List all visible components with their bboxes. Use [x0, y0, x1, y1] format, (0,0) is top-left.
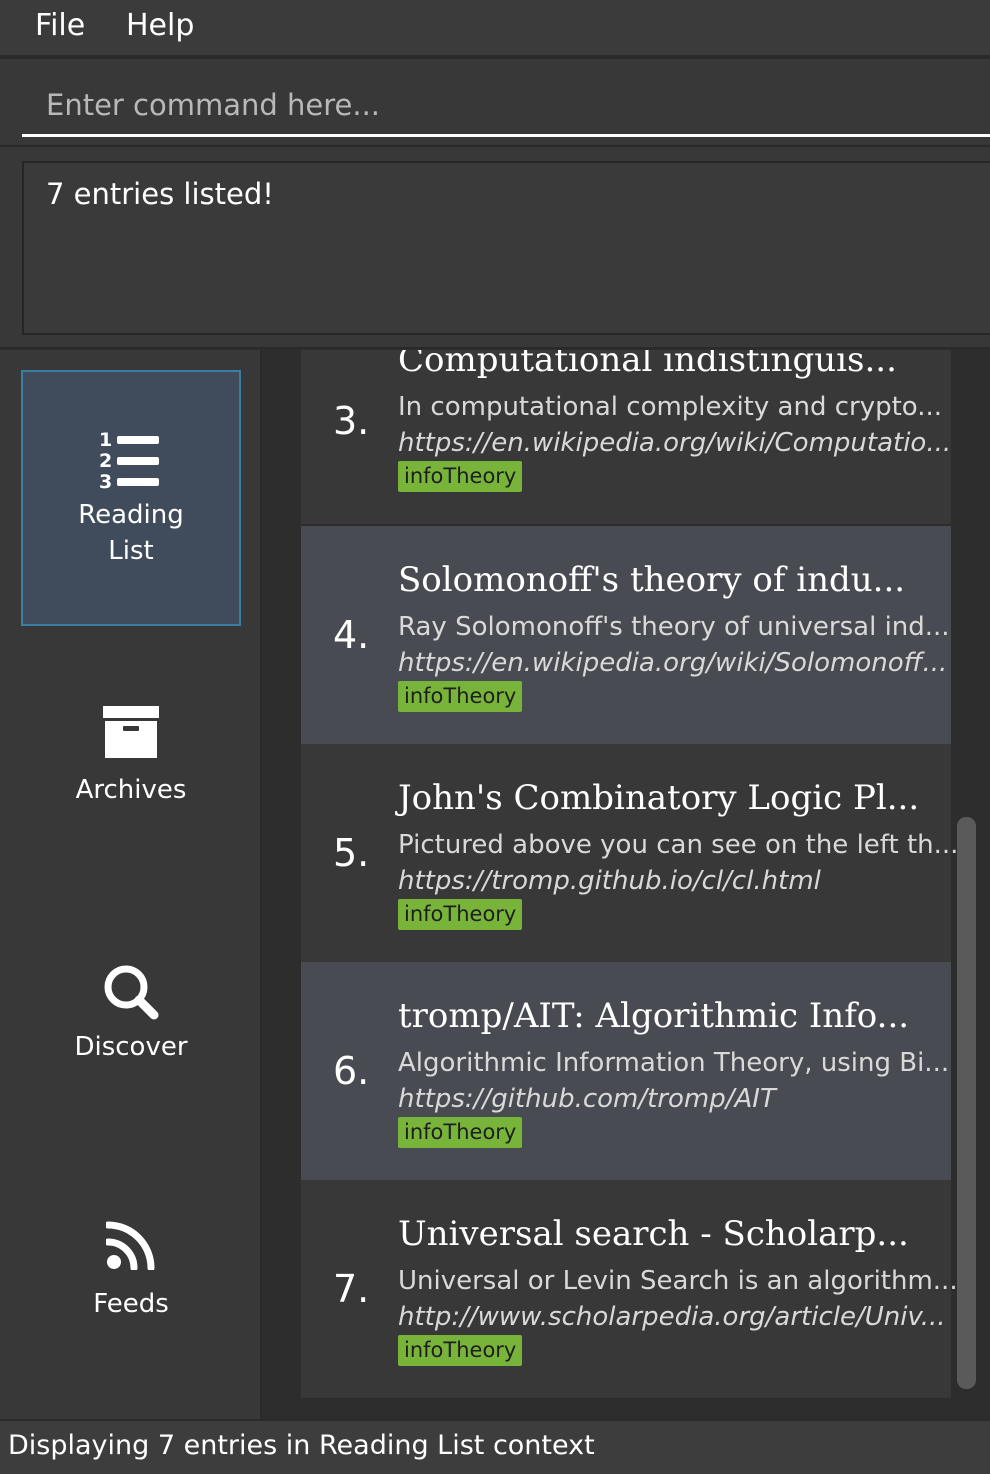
entry-index: 6.: [333, 1049, 370, 1093]
sidebar-item-discover[interactable]: Discover: [21, 907, 241, 1163]
entry-description: Algorithmic Information Theory, using Bi…: [398, 1048, 950, 1078]
result-text: 7 entries listed!: [46, 177, 274, 211]
status-bar: Displaying 7 entries in Reading List con…: [0, 1419, 990, 1474]
command-box: [0, 57, 990, 147]
result-box: 7 entries listed!: [22, 161, 990, 335]
list-item[interactable]: 4. Solomonoff's theory of indu... Ray So…: [301, 526, 951, 744]
entry-title: John's Combinatory Logic Pl...: [398, 778, 920, 818]
command-input[interactable]: [22, 75, 990, 137]
tag-badge: infoTheory: [398, 1335, 523, 1366]
tag-badge: infoTheory: [398, 1117, 523, 1148]
menu-file[interactable]: File: [35, 8, 85, 43]
entry-title: tromp/AIT: Algorithmic Info...: [398, 996, 910, 1036]
sidebar: 1 2 3 Reading List Archives Discover Fee…: [0, 350, 262, 1419]
entry-url[interactable]: https://tromp.github.io/cl/cl.html: [398, 866, 821, 896]
entry-description: Pictured above you can see on the left t…: [398, 830, 959, 860]
numbered-list-icon: 1 2 3: [99, 428, 163, 494]
sidebar-label-feeds: Feeds: [93, 1289, 169, 1319]
search-icon: [102, 963, 160, 1025]
result-display: 7 entries listed!: [0, 147, 990, 349]
entry-list: 3. Computational indistinguis... In comp…: [262, 350, 990, 1419]
entry-title: Solomonoff's theory of indu...: [398, 560, 906, 600]
sidebar-label-archives: Archives: [75, 775, 187, 805]
sidebar-label-discover: Discover: [74, 1032, 188, 1062]
entry-url[interactable]: https://github.com/tromp/AIT: [398, 1084, 776, 1114]
tag-badge: infoTheory: [398, 681, 523, 712]
entry-title: Universal search - Scholarp...: [398, 1214, 909, 1254]
sidebar-label-reading: Reading: [78, 500, 184, 530]
entry-url[interactable]: http://www.scholarpedia.org/article/Univ…: [398, 1302, 946, 1332]
entry-index: 7.: [333, 1267, 370, 1311]
status-text: Displaying 7 entries in Reading List con…: [8, 1430, 595, 1461]
tag-badge: infoTheory: [398, 461, 523, 492]
entry-description: In computational complexity and crypto..…: [398, 392, 943, 422]
sidebar-item-feeds[interactable]: Feeds: [21, 1164, 241, 1420]
sidebar-item-reading-list[interactable]: 1 2 3 Reading List: [21, 370, 241, 626]
entry-index: 5.: [333, 831, 370, 875]
list-item[interactable]: 5. John's Combinatory Logic Pl... Pictur…: [301, 744, 958, 962]
entry-description: Ray Solomonoff's theory of universal ind…: [398, 612, 950, 642]
sidebar-item-archives[interactable]: Archives: [21, 650, 241, 906]
entry-url[interactable]: https://en.wikipedia.org/wiki/Solomonoff…: [398, 648, 947, 678]
svg-text:3: 3: [99, 471, 112, 490]
sidebar-label-list: List: [108, 536, 154, 566]
list-item[interactable]: 3. Computational indistinguis... In comp…: [301, 350, 951, 524]
tag-badge: infoTheory: [398, 899, 523, 930]
entry-url[interactable]: https://en.wikipedia.org/wiki/Computatio…: [398, 428, 951, 458]
list-scrollbar-thumb[interactable]: [957, 817, 976, 1389]
menu-help[interactable]: Help: [126, 8, 194, 43]
menu-bar: File Help: [0, 0, 990, 57]
svg-text:2: 2: [99, 450, 112, 472]
entry-index: 4.: [333, 613, 370, 657]
archive-box-icon: [103, 706, 159, 762]
entry-index: 3.: [333, 399, 370, 443]
rss-feed-icon: [104, 1220, 156, 1274]
list-item[interactable]: 7. Universal search - Scholarp... Univer…: [301, 1180, 958, 1398]
entry-title: Computational indistinguis...: [398, 350, 897, 380]
entry-description: Universal or Levin Search is an algorith…: [398, 1266, 958, 1296]
list-item[interactable]: 6. tromp/AIT: Algorithmic Info... Algori…: [301, 962, 951, 1180]
svg-text:1: 1: [99, 429, 112, 451]
